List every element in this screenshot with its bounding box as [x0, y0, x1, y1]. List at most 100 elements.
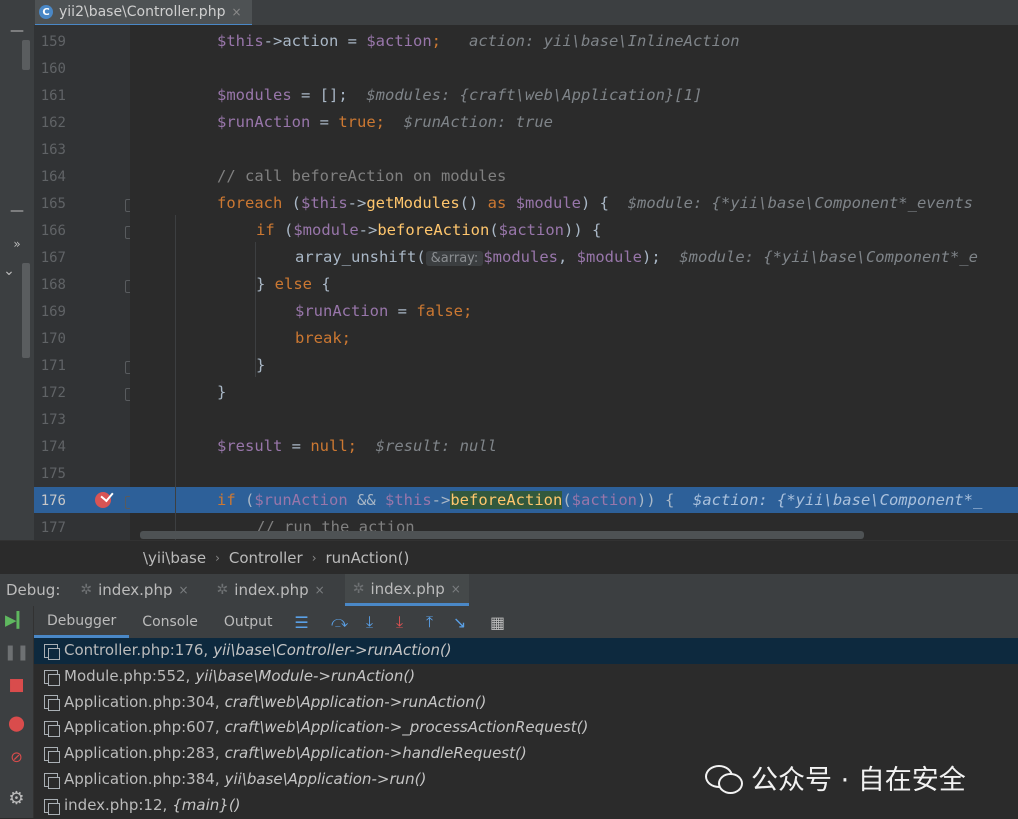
- close-tab-icon[interactable]: ×: [231, 5, 241, 19]
- frame-location: Application.php:384,: [64, 769, 220, 788]
- line-number: 163: [40, 142, 66, 158]
- force-step-into-icon[interactable]: ⤓: [386, 608, 414, 636]
- frame-method: craft\web\Application->handleRequest(): [224, 744, 527, 763]
- frame-method: yii\base\Application->run(): [224, 769, 427, 788]
- stack-frame-icon: [44, 643, 60, 660]
- tab-console[interactable]: Console: [129, 606, 211, 638]
- stack-frame-row[interactable]: Module.php:552, yii\base\Module->runActio…: [34, 664, 1018, 690]
- breadcrumb: \yii\base › Controller › runAction(): [0, 540, 1018, 574]
- stack-frame-icon: [44, 798, 60, 815]
- debug-session-label: index.php: [98, 581, 173, 599]
- line-number: 173: [40, 412, 66, 428]
- breakpoint-icon[interactable]: [95, 492, 111, 508]
- stack-frame-icon: [44, 721, 60, 738]
- editor-tab-controller[interactable]: C yii2\base\Controller.php ×: [35, 0, 252, 26]
- frame-location: Application.php:304,: [64, 692, 220, 711]
- line-number: 159: [40, 34, 66, 50]
- tab-debugger[interactable]: Debugger: [34, 606, 130, 638]
- stack-frame-row[interactable]: Application.php:607, craft\web\Applicatio…: [34, 715, 1018, 741]
- bug-icon: ✲: [216, 582, 229, 598]
- line-number: 168: [40, 277, 66, 293]
- debug-session-tab-3[interactable]: ✲ index.php ×: [344, 574, 469, 606]
- stack-frame-icon: [44, 747, 60, 764]
- line-number: 175: [40, 466, 66, 482]
- debugger-toolbar: Debugger Console Output ☰ ⤼ ⤓ ⤓ ⤒ ↘ ▦: [34, 606, 1018, 638]
- line-number: 171: [40, 358, 66, 374]
- bug-icon: ✲: [80, 582, 93, 598]
- code-line-170: break;: [295, 329, 352, 347]
- minimize-icon[interactable]: —: [0, 23, 34, 39]
- code-line-171: }: [256, 356, 266, 374]
- line-number: 161: [40, 88, 66, 104]
- stop-icon[interactable]: ■: [0, 675, 33, 695]
- line-number: 177: [40, 520, 66, 536]
- tab-output[interactable]: Output: [211, 606, 286, 638]
- layout-menu-icon[interactable]: ☰: [288, 608, 316, 636]
- line-number: 164: [40, 169, 66, 185]
- breadcrumb-namespace[interactable]: \yii\base: [143, 549, 206, 567]
- step-over-icon[interactable]: ⤼: [326, 608, 354, 636]
- mute-breakpoints-icon[interactable]: ⊘: [0, 748, 33, 766]
- code-line-167: array_unshift(&array: $modules, $module);…: [295, 248, 978, 266]
- breadcrumb-class[interactable]: Controller: [229, 549, 303, 567]
- project-scrollbar[interactable]: [22, 40, 30, 70]
- frame-method: yii\base\Controller->runAction(): [213, 641, 452, 659]
- code-line-166: if ($module->beforeAction($action)) {: [256, 221, 602, 239]
- breadcrumb-method[interactable]: runAction(): [326, 549, 410, 567]
- chevrons-icon[interactable]: »: [0, 237, 34, 251]
- code-line-169: $runAction = false;: [295, 302, 473, 320]
- line-number: 160: [40, 61, 66, 77]
- frame-location: Module.php:552,: [64, 666, 191, 685]
- debug-tool-window-header: Debug: ✲ index.php × ✲ index.php × ✲ ind…: [0, 573, 1018, 606]
- code-line-176: if ($runAction && $this->beforeAction($a…: [217, 491, 983, 509]
- debug-session-label: index.php: [234, 581, 309, 599]
- code-line-165: foreach ($this->getModules() as $module)…: [217, 194, 973, 212]
- frame-method: craft\web\Application->runAction(): [224, 692, 487, 711]
- close-icon[interactable]: ×: [315, 583, 325, 597]
- frame-method: {main}(): [172, 795, 241, 814]
- code-line-161: $modules = []; $modules: {craft\web\Appl…: [217, 86, 703, 104]
- line-number: 176: [40, 493, 66, 509]
- stack-frame-icon: [44, 695, 60, 712]
- line-number: 165: [40, 196, 66, 212]
- pause-icon[interactable]: ❚❚: [0, 643, 33, 661]
- parameter-hint: &array:: [425, 251, 484, 266]
- debug-session-tab-1[interactable]: ✲ index.php ×: [72, 574, 196, 606]
- breadcrumb-separator: ›: [215, 550, 220, 565]
- structure-scrollbar[interactable]: [22, 263, 30, 358]
- debug-session-label: index.php: [370, 579, 445, 598]
- frame-location: Application.php:607,: [64, 718, 220, 737]
- wechat-icon: [705, 763, 743, 794]
- stack-frame-icon: [44, 669, 60, 686]
- debug-session-tab-2[interactable]: ✲ index.php ×: [209, 574, 333, 606]
- inline-value-hint: action: yii\base\InlineAction: [469, 32, 740, 50]
- left-tool-strip: — — » ⌄: [0, 23, 34, 545]
- horizontal-scrollbar[interactable]: [140, 531, 864, 539]
- close-icon[interactable]: ×: [178, 583, 188, 597]
- settings-icon[interactable]: ⚙: [0, 788, 33, 809]
- resume-icon[interactable]: ▶▎: [0, 611, 33, 629]
- run-to-cursor-icon[interactable]: ↘: [446, 608, 474, 636]
- line-number: 167: [40, 250, 66, 266]
- php-file-icon: C: [39, 5, 53, 19]
- editor-tab-title: yii2\base\Controller.php: [59, 4, 226, 20]
- code-line-174: $result = null; $result: null: [217, 437, 497, 455]
- line-number: 170: [40, 331, 66, 347]
- line-number: 172: [40, 385, 66, 401]
- line-number: 174: [40, 439, 66, 455]
- stack-frame-icon: [44, 772, 60, 789]
- view-breakpoints-icon[interactable]: ⬤: [0, 714, 33, 732]
- minimize-icon-2[interactable]: —: [0, 203, 34, 219]
- code-line-168: } else {: [256, 275, 331, 293]
- step-out-icon[interactable]: ⤒: [416, 608, 444, 636]
- wechat-watermark: 公众号 · 自在安全: [705, 758, 966, 797]
- editor-tab-bar: C yii2\base\Controller.php ×: [0, 0, 1018, 26]
- code-line-162: $runAction = true; $runAction: true: [217, 113, 553, 131]
- evaluate-expression-icon[interactable]: ▦: [484, 608, 512, 636]
- stack-frame-row[interactable]: Application.php:304, craft\web\Applicatio…: [34, 690, 1018, 716]
- step-into-icon[interactable]: ⤓: [356, 608, 384, 636]
- stack-frame-row[interactable]: Controller.php:176, yii\base\Controller->…: [34, 638, 1018, 664]
- line-number: 166: [40, 223, 66, 239]
- close-icon[interactable]: ×: [451, 582, 461, 596]
- watermark-text: 公众号 · 自在安全: [751, 765, 966, 796]
